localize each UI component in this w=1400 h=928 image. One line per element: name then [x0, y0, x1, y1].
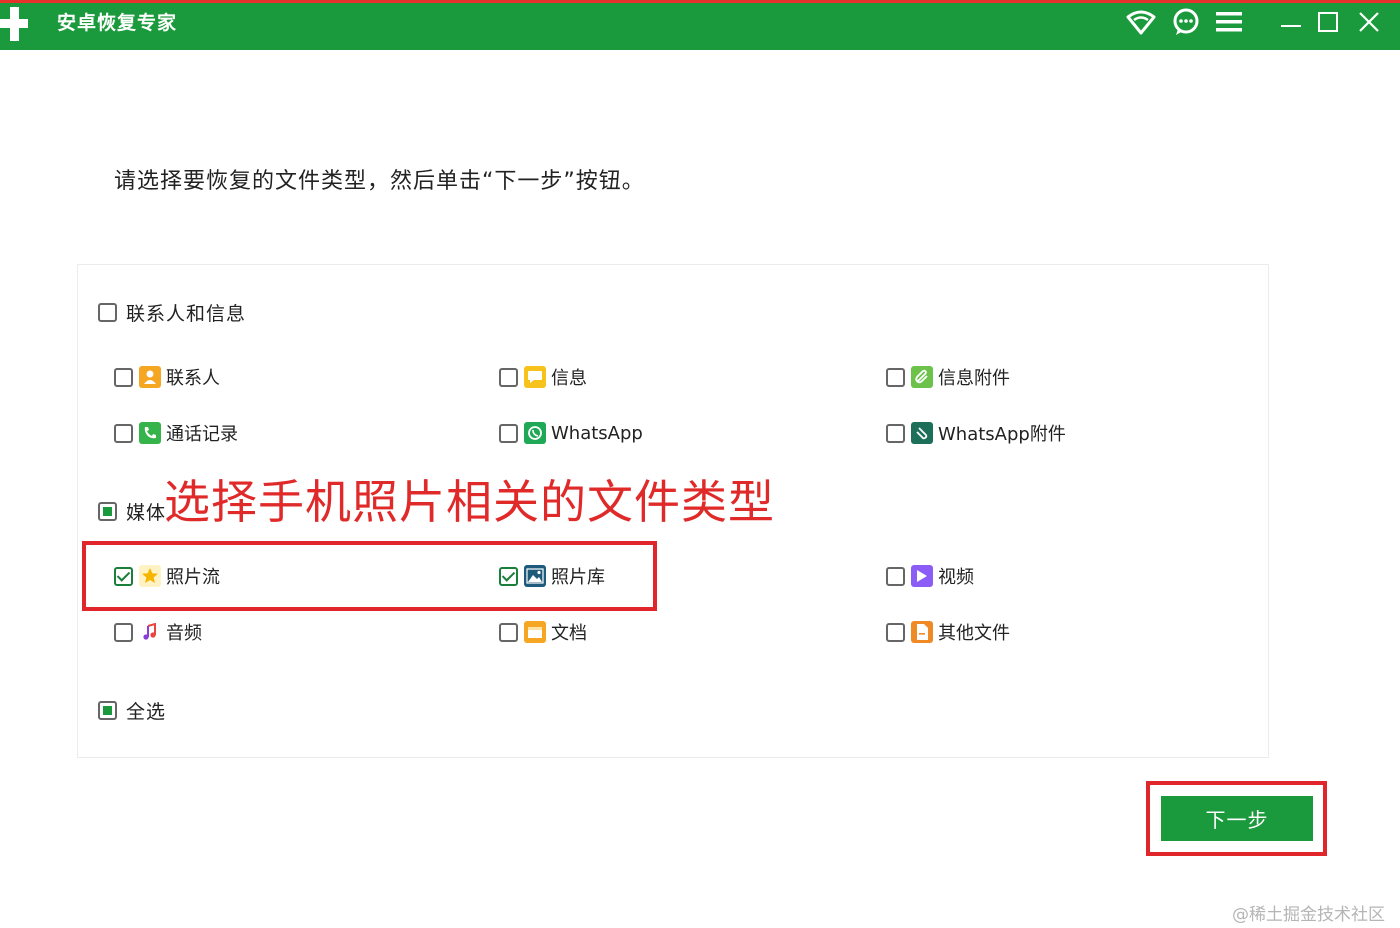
select-all-checkbox[interactable]: [98, 700, 117, 720]
contact-icon: [139, 366, 161, 388]
item-whatsapp-attachments-checkbox[interactable]: [886, 423, 905, 443]
select-all-label: 全选: [126, 700, 167, 723]
close-icon[interactable]: [1352, 5, 1386, 39]
minimize-icon[interactable]: [1274, 5, 1308, 39]
app-logo-icon: [0, 7, 30, 41]
item-messages-label: 信息: [551, 368, 587, 389]
group-media-checkbox[interactable]: [98, 501, 117, 521]
photo-items-highlight: [82, 541, 657, 611]
item-documents[interactable]: 文档: [499, 620, 587, 644]
next-button[interactable]: 下一步: [1161, 796, 1313, 841]
chat-icon[interactable]: [1169, 5, 1203, 39]
group-media-label: 媒体: [126, 501, 167, 524]
instruction-text: 请选择要恢复的文件类型，然后单击“下一步”按钮。: [114, 169, 645, 194]
whatsapp-icon: [524, 422, 546, 444]
group-media[interactable]: 媒体: [98, 499, 167, 524]
attachment-icon: [911, 366, 933, 388]
item-whatsapp-attachments-label: WhatsApp附件: [938, 424, 1066, 445]
whatsapp-attachment-icon: [911, 422, 933, 444]
watermark: @稀土掘金技术社区: [1232, 905, 1385, 925]
group-contacts[interactable]: 联系人和信息: [98, 300, 247, 325]
item-call-log[interactable]: 通话记录: [114, 421, 238, 445]
select-all[interactable]: 全选: [98, 698, 167, 723]
video-icon: [911, 565, 933, 587]
item-contacts[interactable]: 联系人: [114, 365, 220, 389]
item-whatsapp-checkbox[interactable]: [499, 423, 518, 443]
item-whatsapp-label: WhatsApp: [551, 422, 643, 444]
item-whatsapp-attachments[interactable]: WhatsApp附件: [886, 421, 1066, 445]
item-other-files-label: 其他文件: [938, 623, 1010, 644]
item-documents-label: 文档: [551, 623, 587, 644]
item-contacts-label: 联系人: [166, 368, 220, 389]
item-other-files-checkbox[interactable]: [886, 622, 905, 642]
item-message-attachments[interactable]: 信息附件: [886, 365, 1010, 389]
item-messages-checkbox[interactable]: [499, 367, 518, 387]
item-documents-checkbox[interactable]: [499, 622, 518, 642]
maximize-icon[interactable]: [1311, 5, 1345, 39]
item-call-log-checkbox[interactable]: [114, 423, 133, 443]
group-contacts-checkbox[interactable]: [98, 302, 117, 322]
menu-icon[interactable]: [1212, 5, 1246, 39]
title-bar: 安卓恢复专家: [0, 3, 1400, 50]
wifi-icon[interactable]: [1124, 5, 1158, 39]
group-contacts-label: 联系人和信息: [126, 302, 247, 325]
item-video-label: 视频: [938, 567, 974, 588]
message-icon: [524, 366, 546, 388]
file-icon: [911, 621, 933, 643]
item-video[interactable]: 视频: [886, 564, 974, 588]
item-message-attachments-checkbox[interactable]: [886, 367, 905, 387]
music-icon: [139, 621, 161, 643]
phone-icon: [139, 422, 161, 444]
item-audio-label: 音频: [166, 623, 202, 644]
item-contacts-checkbox[interactable]: [114, 367, 133, 387]
item-messages[interactable]: 信息: [499, 365, 587, 389]
item-other-files[interactable]: 其他文件: [886, 620, 1010, 644]
item-audio-checkbox[interactable]: [114, 622, 133, 642]
app-title: 安卓恢复专家: [57, 12, 178, 34]
folder-icon: [524, 621, 546, 643]
item-call-log-label: 通话记录: [166, 424, 238, 445]
annotation-text: 选择手机照片相关的文件类型: [164, 475, 775, 529]
item-whatsapp[interactable]: WhatsApp: [499, 421, 643, 445]
item-video-checkbox[interactable]: [886, 566, 905, 586]
item-message-attachments-label: 信息附件: [938, 368, 1010, 389]
item-audio[interactable]: 音频: [114, 620, 202, 644]
